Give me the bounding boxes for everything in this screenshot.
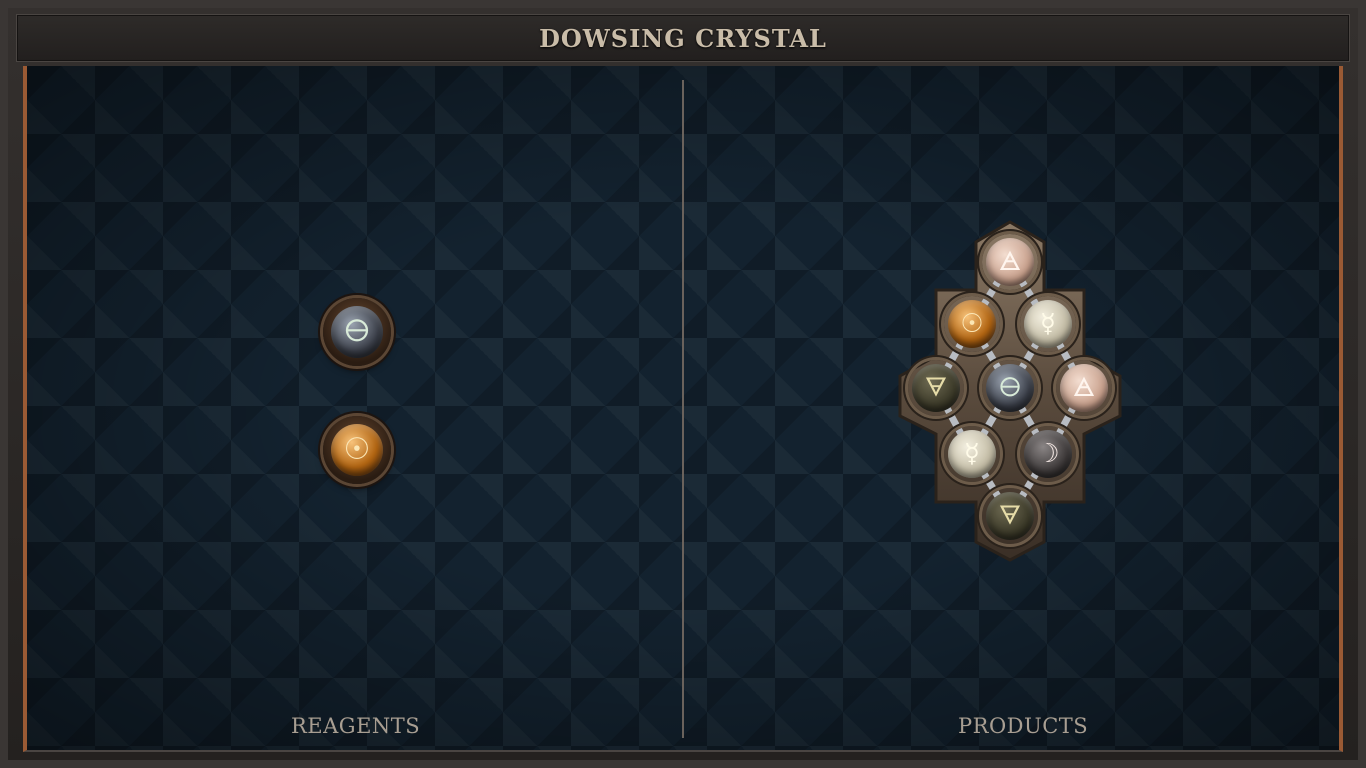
earth-icon: 🜃 <box>986 492 1034 540</box>
product-molecule[interactable]: 🜁 ☉ ☿ 🜃 🜔 🜁 ☿ ☽ 🜃 <box>898 220 1122 562</box>
product-atom-earth-left[interactable]: 🜃 <box>908 360 964 416</box>
product-atom-air-top[interactable]: 🜁 <box>982 234 1038 290</box>
air-icon: 🜁 <box>986 238 1034 286</box>
salt-icon: 🜔 <box>986 364 1034 412</box>
gold-icon: ☉ <box>948 300 996 348</box>
earth-icon: 🜃 <box>912 364 960 412</box>
product-atom-gold[interactable]: ☉ <box>944 296 1000 352</box>
products-label: PRODUCTS <box>958 714 1089 738</box>
product-atom-quicksilver-top[interactable]: ☿ <box>1020 296 1076 352</box>
product-atom-earth-bottom[interactable]: 🜃 <box>982 488 1038 544</box>
quicksilver-icon: ☿ <box>1024 300 1072 348</box>
air-icon: 🜁 <box>1060 364 1108 412</box>
reagent-slot-salt[interactable]: 🜔 <box>323 298 391 366</box>
gold-icon: ☉ <box>331 424 383 476</box>
quicksilver-icon: ☿ <box>948 430 996 478</box>
reagent-slot-gold[interactable]: ☉ <box>323 416 391 484</box>
product-atom-air-right[interactable]: 🜁 <box>1056 360 1112 416</box>
product-atom-quicksilver-bottom[interactable]: ☿ <box>944 426 1000 482</box>
product-atom-salt[interactable]: 🜔 <box>982 360 1038 416</box>
product-atom-silver[interactable]: ☽ <box>1020 426 1076 482</box>
salt-icon: 🜔 <box>331 306 383 358</box>
window-title: DOWSING CRYSTAL <box>539 23 827 53</box>
silver-icon: ☽ <box>1024 430 1072 478</box>
section-divider <box>682 80 684 738</box>
reagents-label: REAGENTS <box>291 714 421 738</box>
title-bar: DOWSING CRYSTAL <box>16 14 1350 62</box>
